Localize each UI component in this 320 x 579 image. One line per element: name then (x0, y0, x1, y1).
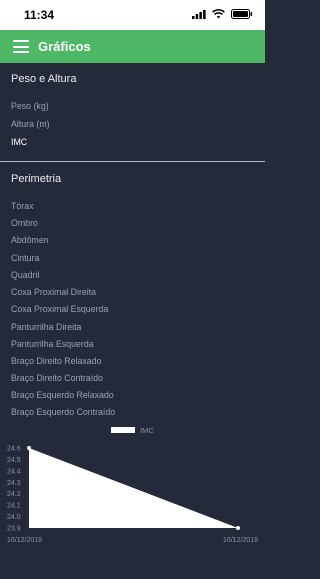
y-tick-label: 24.0 (7, 514, 21, 521)
list-item-abdomen[interactable]: Abdômen (11, 235, 49, 245)
app-title: Gráficos (38, 39, 91, 54)
section-title-perimetria: Perimetria (11, 173, 62, 185)
y-tick-label: 24.3 (7, 480, 21, 487)
list-item-panturrilha-esquerda[interactable]: Panturrilha Esquerda (11, 339, 94, 349)
list-item-braco-esquerdo-relaxado[interactable]: Braço Esquerdo Relaxado (11, 390, 114, 400)
list-item-braco-esquerdo-contraido[interactable]: Braço Esquerdo Contraído (11, 407, 115, 417)
data-point (27, 446, 31, 450)
list-item-coxa-proximal-esquerda[interactable]: Coxa Proximal Esquerda (11, 304, 108, 314)
list-item-braco-direito-contraido[interactable]: Braço Direito Contraído (11, 373, 103, 383)
list-item-panturrilha-direita[interactable]: Panturrilha Direita (11, 322, 81, 332)
y-tick-label: 23.9 (7, 526, 21, 533)
x-tick-label: 16/12/2018 (223, 537, 258, 544)
imc-area (29, 448, 238, 528)
legend-swatch (111, 427, 135, 433)
list-item-braco-direito-relaxado[interactable]: Braço Direito Relaxado (11, 356, 101, 366)
y-tick-label: 24.5 (7, 457, 21, 464)
y-tick-label: 24.1 (7, 503, 21, 510)
section-title-peso-altura: Peso e Altura (11, 73, 77, 85)
imc-chart: IMC 24.6 24.5 24.4 24.3 24.2 24.1 24.0 23.9 16/12… (0, 420, 265, 574)
list-item-altura[interactable]: Altura (m) (11, 119, 50, 129)
chart-svg: IMC 24.6 24.5 24.4 24.3 24.2 24.1 24.0 23.9 16/12… (7, 426, 258, 544)
status-time: 11:34 (24, 8, 55, 22)
status-icons (192, 9, 253, 19)
section-divider (0, 161, 265, 162)
signal-icon (192, 9, 206, 19)
legend-label: IMC (140, 426, 154, 435)
status-bar: 11:34 (0, 0, 265, 30)
x-tick-label: 16/12/2018 (7, 537, 42, 544)
list-item-quadril[interactable]: Quadril (11, 270, 39, 280)
y-tick-label: 24.4 (7, 468, 21, 475)
list-item-torax[interactable]: Tórax (11, 201, 34, 211)
data-point (236, 526, 240, 530)
wifi-icon (212, 9, 225, 19)
list-item-peso[interactable]: Peso (kg) (11, 101, 49, 111)
y-tick-label: 24.2 (7, 491, 21, 498)
list-item-coxa-proximal-direita[interactable]: Coxa Proximal Direita (11, 287, 96, 297)
menu-icon[interactable] (13, 40, 29, 53)
list-item-ombro[interactable]: Ombro (11, 218, 38, 228)
y-tick-label: 24.6 (7, 446, 21, 453)
battery-icon (231, 9, 253, 19)
app-bar: Gráficos (0, 30, 265, 63)
list-item-imc[interactable]: IMC (11, 137, 27, 147)
list-item-cintura[interactable]: Cintura (11, 253, 39, 263)
